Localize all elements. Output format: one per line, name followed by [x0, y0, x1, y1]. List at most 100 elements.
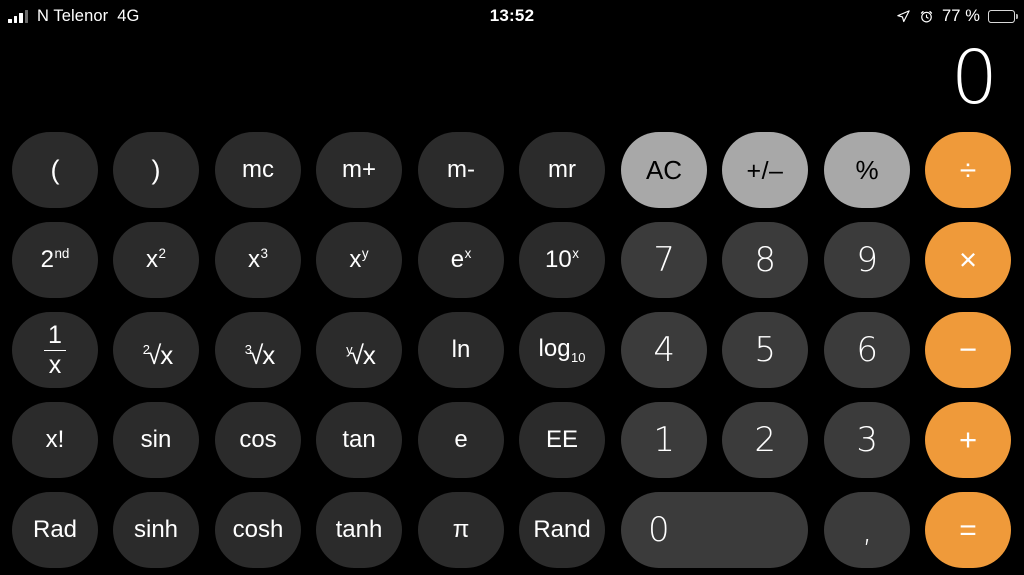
add-key[interactable]: +: [925, 402, 1011, 478]
memory-recall-key[interactable]: mr: [519, 132, 605, 208]
close-paren-key[interactable]: ): [113, 132, 199, 208]
keypad: () mc m+ m-mr AC +/–% ÷ 2nd x2 x3 xy ex 10x 7 8 9 × 1 x 2 √x…: [0, 124, 1024, 575]
key-label: Rand: [533, 516, 591, 543]
key-label: π: [452, 516, 470, 543]
status-bar: N Telenor 4G 13:52 77 %: [0, 0, 1024, 32]
keypad-row: 1 x 2 √x 3 √x y √x ln log10 4 5 6 −: [0, 304, 1024, 394]
key-label: 2nd: [40, 246, 70, 273]
sine-key[interactable]: sin: [113, 402, 199, 478]
clock-label: 13:52: [489, 6, 535, 25]
memory-clear-key[interactable]: mc: [215, 132, 301, 208]
key-label: log10: [538, 335, 586, 365]
natural-log-key[interactable]: ln: [418, 312, 504, 388]
decimal-separator-key[interactable]: ,: [824, 492, 910, 568]
percent-key[interactable]: %: [824, 132, 910, 208]
key-label: ×: [958, 242, 978, 277]
power-key[interactable]: xy: [316, 222, 402, 298]
keypad-row: 2nd x2 x3 xy ex 10x 7 8 9 ×: [0, 214, 1024, 304]
key-label: 9: [856, 240, 878, 280]
key-label: m+: [341, 156, 376, 183]
calculator-app: N Telenor 4G 13:52 77 % 0 () mc m+ m-mr A: [0, 0, 1024, 575]
scientific-notation-key[interactable]: EE: [519, 402, 605, 478]
exp-e-key[interactable]: ex: [418, 222, 504, 298]
digit-3-key[interactable]: 3: [824, 402, 910, 478]
key-label: ): [151, 154, 161, 185]
digit-0-key[interactable]: 0: [621, 492, 808, 568]
key-label: 3 √x: [244, 340, 276, 370]
pi-key[interactable]: π: [418, 492, 504, 568]
key-label: 8: [754, 240, 776, 280]
key-label: mc: [242, 156, 274, 183]
divide-key[interactable]: ÷: [925, 132, 1011, 208]
digit-2-key[interactable]: 2: [722, 402, 808, 478]
digit-7-key[interactable]: 7: [621, 222, 707, 298]
key-label: tan: [342, 426, 376, 453]
key-label: (: [50, 154, 60, 185]
key-label: ex: [450, 246, 472, 273]
digit-6-key[interactable]: 6: [824, 312, 910, 388]
hyperbolic-tangent-key[interactable]: tanh: [316, 492, 402, 568]
key-label: xy: [349, 246, 369, 273]
square-root-key[interactable]: 2 √x: [113, 312, 199, 388]
key-label: cos: [239, 426, 277, 453]
square-key[interactable]: x2: [113, 222, 199, 298]
subtract-key[interactable]: −: [925, 312, 1011, 388]
battery-icon: [988, 9, 1018, 23]
cosine-key[interactable]: cos: [215, 402, 301, 478]
keypad-row: () mc m+ m-mr AC +/–% ÷: [0, 124, 1024, 214]
digit-4-key[interactable]: 4: [621, 312, 707, 388]
key-label: 4: [653, 330, 675, 370]
key-label: +/–: [746, 156, 784, 185]
memory-add-key[interactable]: m+: [316, 132, 402, 208]
calculator-display: 0: [950, 35, 998, 121]
key-label: 5: [754, 330, 776, 370]
key-label: AC: [645, 154, 683, 185]
reciprocal-key[interactable]: 1x: [12, 312, 98, 388]
second-function-key[interactable]: 2nd: [12, 222, 98, 298]
nth-root-key[interactable]: y √x: [316, 312, 402, 388]
multiply-key[interactable]: ×: [925, 222, 1011, 298]
all-clear-key[interactable]: AC: [621, 132, 707, 208]
key-label: Rad: [32, 516, 78, 543]
open-paren-key[interactable]: (: [12, 132, 98, 208]
key-label: %: [855, 154, 879, 185]
factorial-key[interactable]: x!: [12, 402, 98, 478]
key-label: 3: [856, 420, 878, 460]
key-label: sin: [140, 426, 172, 453]
location-arrow-icon: [896, 9, 911, 24]
key-label: 1: [653, 420, 675, 460]
digit-8-key[interactable]: 8: [722, 222, 808, 298]
key-label: y √x: [346, 340, 376, 370]
euler-constant-key[interactable]: e: [418, 402, 504, 478]
key-label: +: [958, 422, 978, 457]
keypad-row: Rad sinh cosh tanh π Rand 0, =: [0, 484, 1024, 574]
log-base-10-key[interactable]: log10: [519, 312, 605, 388]
alarm-clock-icon: [919, 9, 934, 24]
key-label: =: [959, 514, 977, 547]
key-label: −: [958, 332, 978, 367]
keypad-row: x! sin cos tan e EE 1 2 3 +: [0, 394, 1024, 484]
key-label: x2: [146, 246, 166, 273]
sign-toggle-key[interactable]: +/–: [722, 132, 808, 208]
exp-ten-key[interactable]: 10x: [519, 222, 605, 298]
key-label: ln: [451, 336, 471, 363]
equals-key[interactable]: =: [925, 492, 1011, 568]
key-label: 10x: [545, 246, 579, 273]
tangent-key[interactable]: tan: [316, 402, 402, 478]
battery-percent-label: 77 %: [941, 7, 980, 25]
random-key[interactable]: Rand: [519, 492, 605, 568]
memory-subtract-key[interactable]: m-: [418, 132, 504, 208]
cube-root-key[interactable]: 3 √x: [215, 312, 301, 388]
key-label: ÷: [959, 154, 977, 187]
cube-key[interactable]: x3: [215, 222, 301, 298]
digit-1-key[interactable]: 1: [621, 402, 707, 478]
hyperbolic-cosine-key[interactable]: cosh: [215, 492, 301, 568]
key-label: x!: [45, 426, 65, 453]
digit-5-key[interactable]: 5: [722, 312, 808, 388]
digit-9-key[interactable]: 9: [824, 222, 910, 298]
key-label: x3: [248, 246, 268, 273]
key-label: cosh: [232, 516, 284, 543]
radian-mode-key[interactable]: Rad: [12, 492, 98, 568]
status-bar-right: 77 %: [896, 0, 1018, 32]
hyperbolic-sine-key[interactable]: sinh: [113, 492, 199, 568]
